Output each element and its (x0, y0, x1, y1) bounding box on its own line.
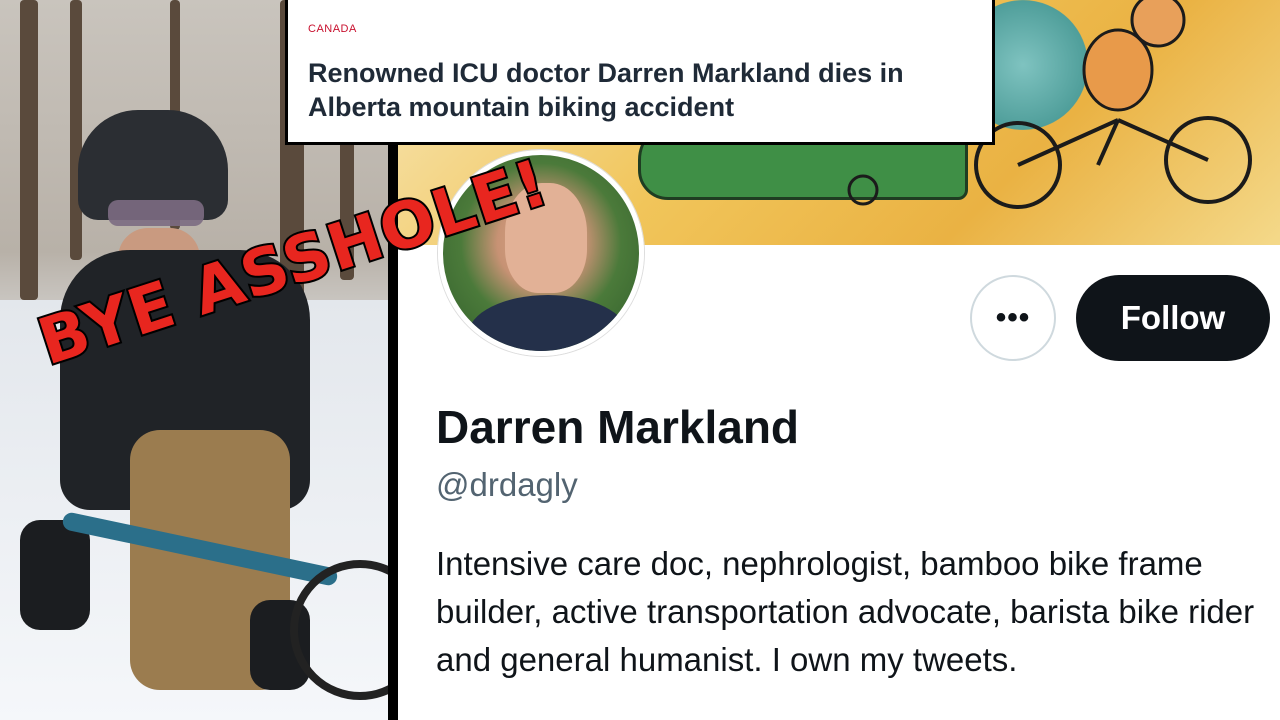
tree-trunk (70, 0, 82, 260)
avatar-shirt (468, 295, 628, 351)
more-horizontal-icon: ••• (995, 301, 1031, 334)
follow-button[interactable]: Follow (1076, 275, 1270, 361)
sunglasses (108, 200, 204, 226)
tree-trunk (20, 0, 38, 300)
more-options-button[interactable]: ••• (970, 275, 1056, 361)
news-headline-card[interactable]: CANADA Renowned ICU doctor Darren Markla… (285, 0, 995, 145)
rider-glove (20, 520, 90, 630)
news-category[interactable]: CANADA (308, 23, 357, 35)
profile-bio: Intensive care doc, nephrologist, bamboo… (436, 545, 1255, 678)
profile-display-name: Darren Markland (436, 401, 800, 453)
profile-handle[interactable]: @drdagly (436, 466, 578, 504)
news-headline[interactable]: Renowned ICU doctor Darren Markland dies… (308, 56, 988, 124)
